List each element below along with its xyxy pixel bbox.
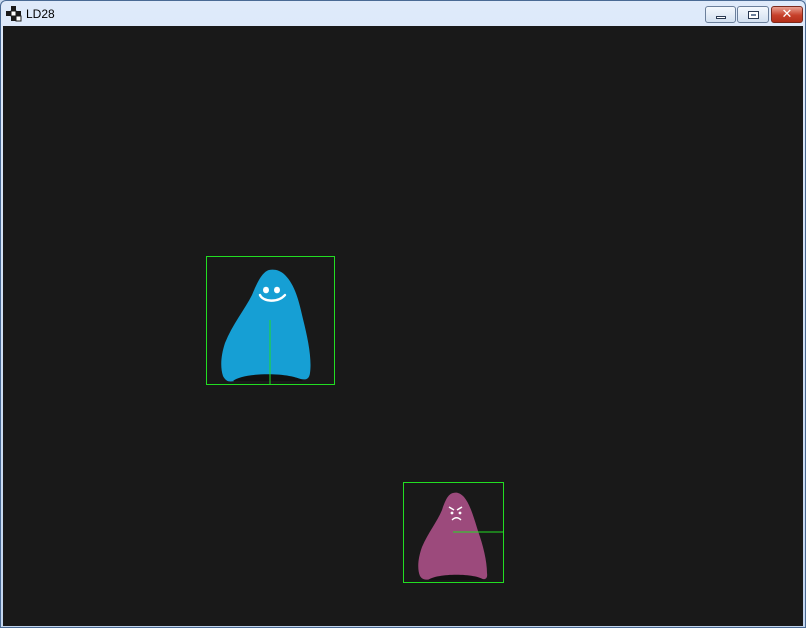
player-body [221, 269, 311, 382]
title-bar[interactable]: LD28 ✕ [1, 1, 805, 26]
minimize-button[interactable] [705, 6, 736, 23]
game-canvas[interactable] [3, 26, 803, 626]
enemy-left-eye [450, 511, 454, 515]
player-right-eye [274, 286, 280, 294]
app-logo-icon[interactable] [5, 5, 22, 22]
enemy-right-eye [458, 511, 462, 515]
player-ghost [221, 269, 311, 384]
close-button[interactable]: ✕ [771, 6, 803, 23]
enemy-hitbox [403, 482, 504, 583]
game-window: LD28 ✕ [0, 0, 806, 628]
close-icon: ✕ [781, 7, 793, 22]
enemy-ghost [418, 492, 503, 580]
player-left-eye [263, 286, 269, 294]
maximize-button[interactable] [737, 6, 769, 23]
enemy-body [418, 492, 488, 580]
player-hitbox [206, 256, 335, 385]
window-title: LD28 [26, 7, 55, 21]
minimize-icon [716, 16, 726, 19]
maximize-icon [748, 11, 759, 19]
